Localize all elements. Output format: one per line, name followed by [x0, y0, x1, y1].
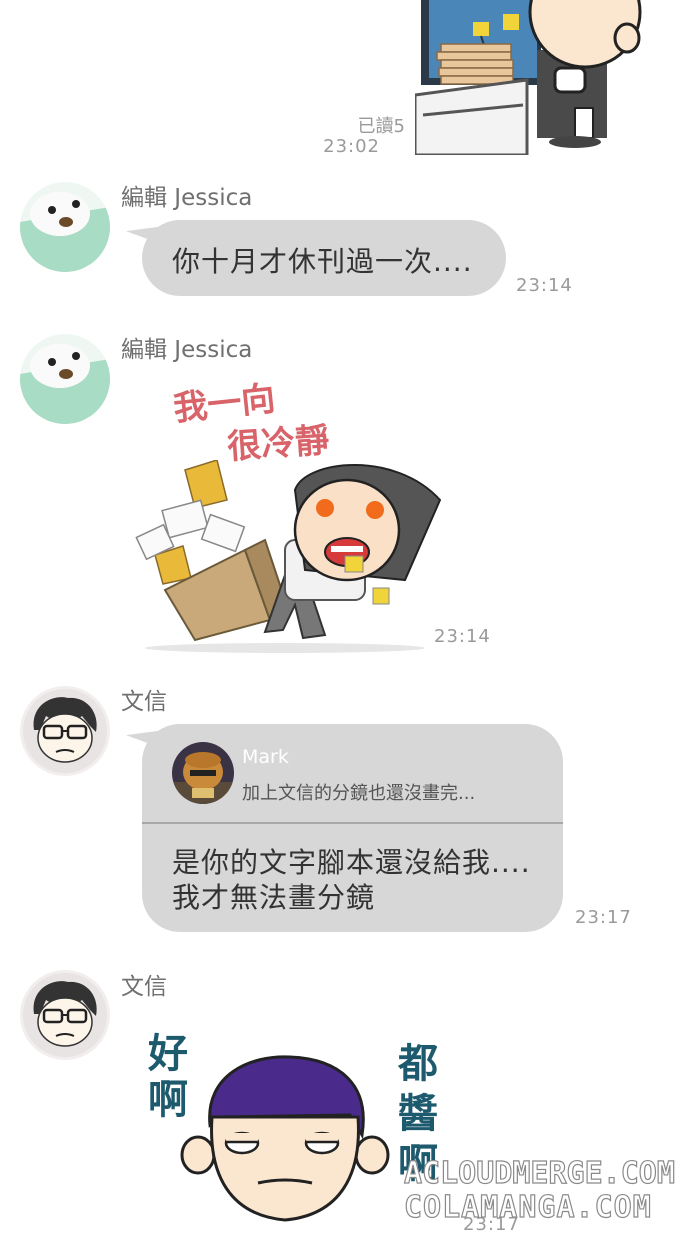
- reply-divider: [142, 822, 563, 824]
- office-sticker[interactable]: [415, 0, 645, 155]
- message-bubble[interactable]: 你十月才休刊過一次....: [142, 220, 506, 296]
- watermark-line-1: ACLOUDMERGE.COM: [403, 1155, 675, 1191]
- reply-bubble[interactable]: Mark 加上文信的分鏡也還沒畫完... 是你的文字腳本還沒給我.... 我才無…: [142, 724, 563, 932]
- sender-name: 編輯 Jessica: [121, 337, 253, 363]
- timestamp: 23:14: [434, 626, 491, 647]
- watermark-line-2: COLAMANGA.COM: [403, 1189, 652, 1225]
- timestamp: 23:17: [575, 907, 632, 928]
- read-receipt: 已讀5: [357, 116, 405, 137]
- reply-quote: 加上文信的分鏡也還沒畫完...: [242, 783, 476, 804]
- avatar[interactable]: [20, 970, 110, 1060]
- avatar[interactable]: [20, 686, 110, 776]
- sender-name: 編輯 Jessica: [121, 185, 253, 211]
- sender-name: 文信: [121, 689, 167, 715]
- reply-avatar: [172, 742, 234, 804]
- message-line-1: 是你的文字腳本還沒給我....: [172, 846, 531, 879]
- timestamp: 23:02: [323, 136, 380, 157]
- angry-sticker[interactable]: 我一向 很冷靜: [135, 370, 445, 655]
- reply-name: Mark: [242, 746, 289, 768]
- message-line-2: 我才無法畫分鏡: [172, 881, 376, 914]
- avatar[interactable]: [20, 334, 110, 424]
- sender-name: 文信: [121, 974, 167, 1000]
- reply-preview[interactable]: Mark 加上文信的分鏡也還沒畫完...: [142, 724, 563, 822]
- message-text: 你十月才休刊過一次....: [172, 245, 473, 278]
- timestamp: 23:14: [516, 275, 573, 296]
- avatar[interactable]: [20, 182, 110, 272]
